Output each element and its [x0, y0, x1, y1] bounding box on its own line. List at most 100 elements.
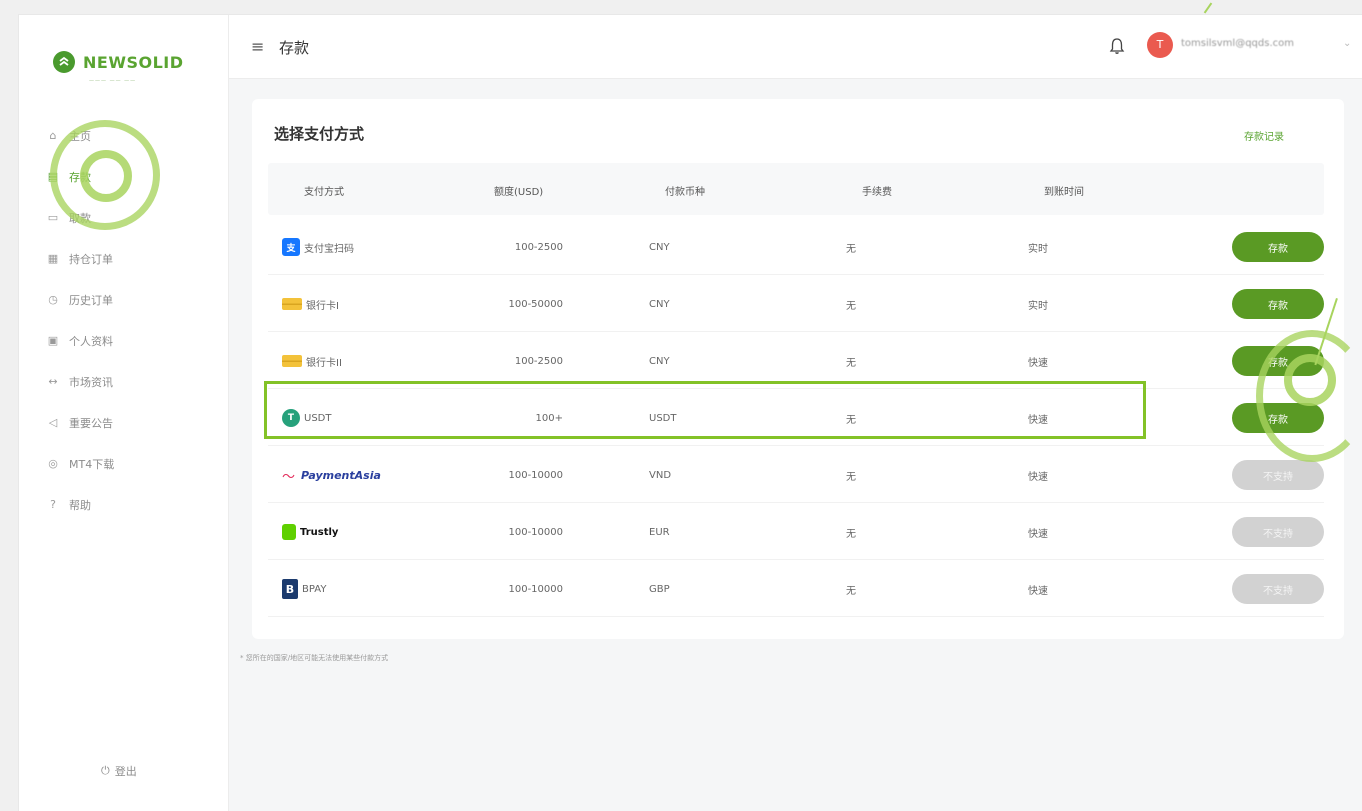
- bank-card-icon: [282, 355, 302, 367]
- column-header-fee: 手续费: [862, 187, 892, 198]
- limit-cell: 100-50000: [508, 298, 563, 310]
- logo-icon: [53, 51, 75, 73]
- sidebar-item-label: 帮助: [69, 498, 91, 512]
- currency-cell: EUR: [649, 526, 670, 538]
- method-name: Trustly: [300, 526, 339, 538]
- limit-cell: 100-10000: [508, 583, 563, 595]
- sidebar-item-label: 持仓订单: [69, 252, 113, 266]
- history-icon: ◷: [48, 292, 58, 306]
- method-name: BPAY: [302, 583, 327, 595]
- payment-method-card: 选择支付方式 存款记录 支付方式 额度(USD) 付款币种 手续费 到账时间 支…: [252, 99, 1344, 639]
- withdraw-icon: ▭: [47, 210, 59, 224]
- card-title: 选择支付方式: [274, 125, 365, 143]
- method-cell: B BPAY: [282, 561, 326, 617]
- bank-card-icon: [282, 298, 302, 310]
- sidebar-item-label: 重要公告: [69, 416, 113, 430]
- method-name: 银行卡I: [306, 300, 339, 312]
- method-name: 支付宝扫码: [304, 243, 354, 255]
- currency-cell: GBP: [649, 583, 670, 595]
- footnote: * 您所在的国家/地区可能无法使用某些付款方式: [240, 654, 389, 662]
- table-row: 〜 PaymentAsia 100-10000 VND 无 快速 不支持: [268, 447, 1324, 503]
- column-header-currency: 付款币种: [665, 187, 705, 198]
- logout-button[interactable]: ⏻ 登出: [101, 763, 137, 779]
- bpay-icon: B: [282, 579, 298, 599]
- chevron-down-icon[interactable]: ⌄: [1343, 38, 1351, 49]
- bell-icon[interactable]: [1109, 37, 1125, 55]
- method-cell: 支 支付宝扫码: [282, 219, 354, 275]
- highlight-ring-button-inner: [1284, 354, 1336, 406]
- highlight-ring-sidebar-inner: [80, 150, 132, 202]
- sidebar-item-profile[interactable]: ▣ 个人资料: [47, 320, 217, 361]
- unsupported-button: 不支持: [1232, 574, 1324, 604]
- avatar[interactable]: T: [1147, 32, 1173, 58]
- page-title: 存款: [279, 39, 310, 57]
- alipay-icon: 支: [282, 238, 300, 256]
- limit-cell: 100-10000: [508, 526, 563, 538]
- fee-cell: 无: [846, 243, 856, 255]
- column-header-method: 支付方式: [304, 187, 344, 198]
- time-cell: 实时: [1028, 300, 1048, 312]
- fee-cell: 无: [846, 528, 856, 540]
- logo-text: NEWSOLID: [83, 52, 184, 72]
- time-cell: 快速: [1028, 585, 1048, 597]
- profile-icon: ▣: [47, 333, 59, 347]
- annotation-tick-mark: [1203, 2, 1213, 14]
- method-cell: Trustly: [282, 504, 338, 560]
- user-email[interactable]: tomsilsvml@qqds.com: [1181, 38, 1294, 49]
- sidebar-item-label: MT4下载: [69, 457, 115, 471]
- table-row: 银行卡I 100-50000 CNY 无 实时 存款: [268, 276, 1324, 332]
- method-cell: 〜 PaymentAsia: [282, 447, 381, 503]
- method-cell: 银行卡I: [282, 276, 339, 332]
- logo[interactable]: NEWSOLID: [53, 51, 184, 73]
- time-cell: 实时: [1028, 243, 1048, 255]
- action-cell: 存款: [1232, 219, 1324, 275]
- sidebar-item-help[interactable]: ? 帮助: [47, 484, 217, 525]
- menu-toggle-icon[interactable]: ≡: [251, 37, 264, 56]
- table-row: B BPAY 100-10000 GBP 无 快速 不支持: [268, 561, 1324, 617]
- deposit-button[interactable]: 存款: [1232, 289, 1324, 319]
- sidebar-item-label: 市场资讯: [69, 375, 113, 389]
- limit-cell: 100-2500: [514, 241, 563, 253]
- action-cell: 不支持: [1232, 504, 1324, 560]
- unsupported-button: 不支持: [1232, 517, 1324, 547]
- sidebar-item-announcements[interactable]: ◁ 重要公告: [47, 402, 217, 443]
- deposit-button[interactable]: 存款: [1232, 232, 1324, 262]
- sidebar-item-history[interactable]: ◷ 历史订单: [47, 279, 217, 320]
- home-icon: ⌂: [49, 128, 57, 142]
- help-icon: ?: [50, 497, 56, 511]
- paymentasia-swoosh-icon: 〜: [282, 469, 296, 485]
- action-cell: 不支持: [1232, 561, 1324, 617]
- currency-cell: CNY: [649, 241, 670, 253]
- sidebar-item-news[interactable]: ↔ 市场资讯: [47, 361, 217, 402]
- top-bar: ≡ 存款 T tomsilsvml@qqds.com ⌄: [229, 15, 1362, 79]
- method-name: 银行卡II: [306, 357, 342, 369]
- time-cell: 快速: [1028, 471, 1048, 483]
- fee-cell: 无: [846, 300, 856, 312]
- fee-cell: 无: [846, 471, 856, 483]
- trustly-logo-icon: [282, 524, 296, 540]
- table-header: 支付方式 额度(USD) 付款币种 手续费 到账时间: [268, 163, 1324, 215]
- power-icon: ⏻: [101, 764, 110, 777]
- news-icon: ↔: [48, 374, 58, 388]
- currency-cell: VND: [649, 469, 672, 481]
- logo-subtitle: ——— —— ——: [89, 78, 137, 84]
- announcement-icon: ◁: [48, 415, 58, 429]
- deposit-history-link[interactable]: 存款记录: [1244, 128, 1284, 143]
- unsupported-button: 不支持: [1232, 460, 1324, 490]
- sidebar-item-label: 个人资料: [69, 334, 113, 348]
- table-row: Trustly 100-10000 EUR 无 快速 不支持: [268, 504, 1324, 560]
- method-name: PaymentAsia: [301, 468, 381, 482]
- fee-cell: 无: [846, 585, 856, 597]
- download-icon: ◎: [48, 456, 58, 470]
- column-header-time: 到账时间: [1044, 187, 1084, 198]
- logout-label: 登出: [114, 765, 137, 778]
- column-header-limit: 额度(USD): [494, 187, 544, 198]
- sidebar-item-mt4-download[interactable]: ◎ MT4下载: [47, 443, 217, 484]
- limit-cell: 100-10000: [508, 469, 563, 481]
- sidebar-item-label: 历史订单: [69, 293, 113, 307]
- highlight-box-usdt-row: [264, 381, 1146, 439]
- table-row: 支 支付宝扫码 100-2500 CNY 无 实时 存款: [268, 219, 1324, 275]
- currency-cell: CNY: [649, 298, 670, 310]
- action-cell: 存款: [1232, 276, 1324, 332]
- sidebar-item-open-orders[interactable]: ▦ 持仓订单: [47, 238, 217, 279]
